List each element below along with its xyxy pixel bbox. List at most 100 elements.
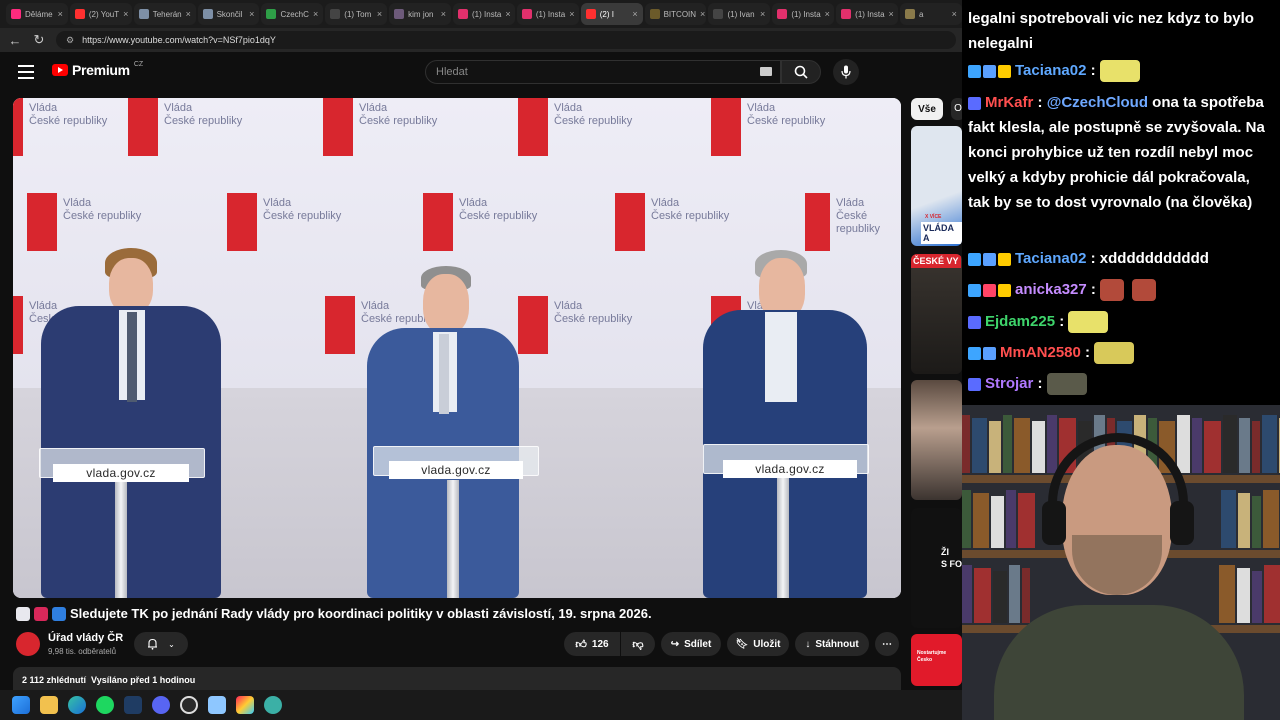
tab-close-icon[interactable]: × xyxy=(700,9,705,19)
browser-tab[interactable]: (1) Insta × xyxy=(836,3,899,25)
tab-close-icon[interactable]: × xyxy=(569,9,574,19)
notepad-icon[interactable] xyxy=(208,696,226,714)
browser-tab[interactable]: (1) Insta × xyxy=(772,3,835,25)
tab-label: a xyxy=(919,9,924,19)
tab-favicon-icon xyxy=(713,9,724,19)
reload-icon[interactable]: ↻ xyxy=(32,32,46,48)
copilot-icon[interactable] xyxy=(236,696,254,714)
tab-close-icon[interactable]: × xyxy=(505,9,510,19)
badge-icon xyxy=(983,283,996,297)
browser-tab[interactable]: Teherán × xyxy=(133,3,196,25)
badge-icon xyxy=(968,346,981,360)
edge-icon[interactable] xyxy=(68,696,86,714)
browser-tab[interactable]: (2) I × xyxy=(580,3,643,25)
browser-tab[interactable]: (1) Insta × xyxy=(516,3,579,25)
like-button[interactable]: 👍︎ 126 xyxy=(564,632,620,656)
chat-text: ona ta spotřeba fakt klesla, ale postupn… xyxy=(968,94,1265,211)
back-icon[interactable]: ← xyxy=(8,33,22,48)
badge-icon xyxy=(968,252,981,266)
file-explorer-icon[interactable] xyxy=(40,696,58,714)
url-field[interactable]: ⚙ https://www.youtube.com/watch?v=NSf7pi… xyxy=(56,31,956,49)
tab-close-icon[interactable]: × xyxy=(58,9,63,19)
tab-close-icon[interactable]: × xyxy=(186,9,191,19)
keyboard-icon[interactable] xyxy=(760,67,772,76)
recommended-thumbnail-5[interactable]: Nostartujme Česko xyxy=(911,634,962,686)
tab-close-icon[interactable]: × xyxy=(441,9,446,19)
tab-close-icon[interactable]: × xyxy=(377,9,382,19)
browser-tab[interactable]: (1) Insta × xyxy=(453,3,515,25)
tab-close-icon[interactable]: × xyxy=(249,9,254,19)
save-button[interactable]: 🔖︎ Uložit xyxy=(727,632,789,656)
book xyxy=(1003,415,1012,473)
steam-icon[interactable] xyxy=(124,696,142,714)
notification-bell-button[interactable]: ⌄ xyxy=(134,632,188,656)
video-player[interactable]: Vláda České republiky Vláda České republiky… xyxy=(13,98,901,598)
browser-tab[interactable]: (1) Tom × xyxy=(325,3,388,25)
obs-icon[interactable] xyxy=(180,696,198,714)
chat-text: xddddddddddd xyxy=(1099,250,1209,267)
tab-close-icon[interactable]: × xyxy=(952,9,957,19)
browser-tab[interactable]: CzechC × xyxy=(261,3,324,25)
search-button[interactable] xyxy=(781,60,821,84)
channel-name[interactable]: Úřad vlády ČR xyxy=(48,632,123,644)
dislike-button[interactable]: 👎︎ xyxy=(621,632,655,656)
chat-badges xyxy=(968,377,981,391)
chat-emote-icon xyxy=(1099,60,1140,83)
browser-tab[interactable]: (2) YouT × xyxy=(69,3,132,25)
url-text: https://www.youtube.com/watch?v=NSf7pio1… xyxy=(82,35,276,45)
spotify-icon[interactable] xyxy=(96,696,114,714)
more-actions-button[interactable]: ⋯ xyxy=(875,632,899,656)
recommended-thumbnail-3[interactable] xyxy=(911,380,962,500)
badge-icon xyxy=(998,283,1011,297)
podium-pole-left xyxy=(115,482,127,598)
view-count: 2 112 zhlédnutí xyxy=(22,675,87,685)
tab-close-icon[interactable]: × xyxy=(889,9,894,19)
browser-tab[interactable]: BITCOIN × xyxy=(644,3,707,25)
channel-avatar[interactable] xyxy=(16,632,40,656)
voice-search-button[interactable] xyxy=(833,59,859,85)
save-label: Uložit xyxy=(753,638,781,650)
thumb5-label: Nostartujme Česko xyxy=(917,650,947,663)
coat-of-arms-icon xyxy=(615,193,645,251)
tab-close-icon[interactable]: × xyxy=(123,9,128,19)
browser-tab[interactable]: a × xyxy=(900,3,962,25)
windows-taskbar xyxy=(0,690,962,720)
share-button[interactable]: ↪ Sdílet xyxy=(661,632,721,656)
recommended-thumbnail-1[interactable]: X VÍCE VLÁDA A xyxy=(911,126,962,246)
vlada-logo: VládaČeské republiky xyxy=(27,193,141,251)
share-icon: ↪ xyxy=(670,638,680,650)
globe-icon[interactable] xyxy=(264,696,282,714)
chip-all[interactable]: Vše xyxy=(911,98,943,120)
book xyxy=(1032,421,1045,473)
vlada-logo-text: VládaČeské republiky xyxy=(359,102,438,127)
browser-tab[interactable]: (1) Ivan × xyxy=(708,3,771,25)
youtube-logo[interactable]: Premium CZ xyxy=(52,61,143,78)
site-info-icon[interactable]: ⚙ xyxy=(66,35,74,46)
tab-close-icon[interactable]: × xyxy=(760,9,765,19)
chat-username: Ejdam225 xyxy=(985,313,1056,330)
vlada-logo-text: VládaČeské republiky xyxy=(554,300,633,325)
browser-tab[interactable]: Skončil × xyxy=(197,3,260,25)
browser-tab[interactable]: kim jon × xyxy=(389,3,452,25)
tab-favicon-icon xyxy=(202,9,213,19)
browser-tab[interactable]: Děláme × xyxy=(6,3,68,25)
chat-badges xyxy=(968,283,1011,297)
recommended-thumbnail-4[interactable]: ŽI S FO xyxy=(911,508,962,628)
menu-icon[interactable] xyxy=(18,65,34,79)
discord-icon[interactable] xyxy=(152,696,170,714)
bell-icon xyxy=(148,638,158,650)
coat-of-arms-icon xyxy=(711,98,741,156)
search-input[interactable]: Hledat xyxy=(425,60,781,84)
tab-close-icon[interactable]: × xyxy=(313,9,318,19)
vlada-logo-text: VládaČeské republiky xyxy=(29,102,108,127)
windows-start-icon[interactable] xyxy=(12,696,30,714)
recommended-thumbnail-2[interactable]: ČESKÉ VY xyxy=(911,254,962,374)
podium-pole-center xyxy=(447,480,459,598)
tab-close-icon[interactable]: × xyxy=(825,9,830,19)
vlada-logo: VládaČeské republiky xyxy=(13,98,107,156)
badge-icon xyxy=(983,252,996,266)
tab-close-icon[interactable]: × xyxy=(632,9,637,19)
podium-sign-left: vlada.gov.cz xyxy=(53,464,189,482)
download-button[interactable]: ↓ Stáhnout xyxy=(795,632,869,656)
bookmark-icon: 🔖︎ xyxy=(735,638,749,650)
